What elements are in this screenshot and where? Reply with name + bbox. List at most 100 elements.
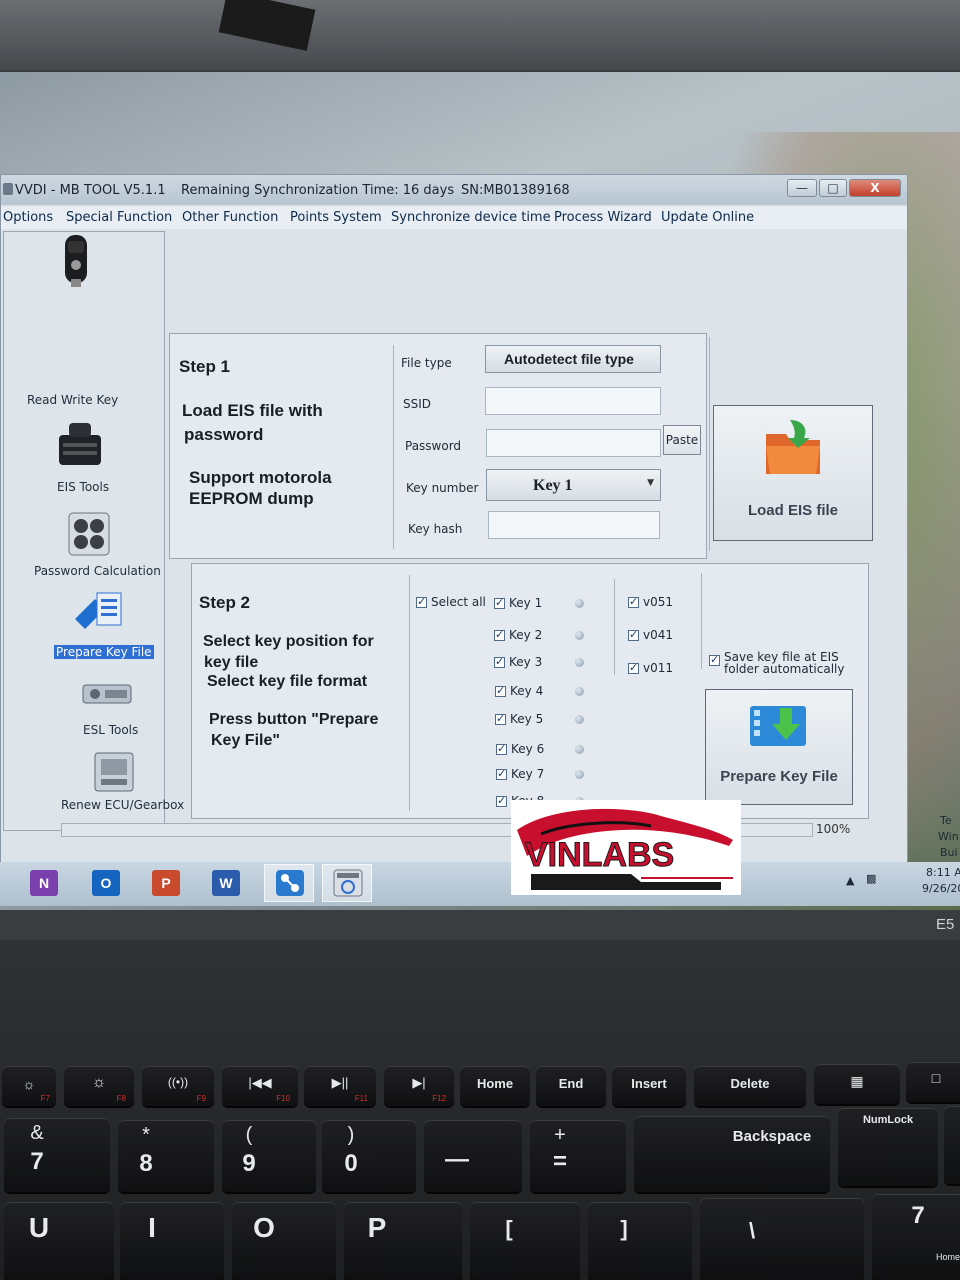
- key-left-bracket[interactable]: [: [470, 1202, 580, 1280]
- menu-other-function[interactable]: Other Function: [182, 210, 278, 225]
- calculator-key[interactable]: ▦: [814, 1064, 900, 1104]
- menu-special-function[interactable]: Special Function: [66, 210, 172, 225]
- folder-icon: [766, 420, 820, 474]
- key-9[interactable]: (9: [222, 1120, 316, 1192]
- app-logo-icon: [3, 183, 13, 195]
- key-u[interactable]: U: [4, 1202, 114, 1280]
- key-u-label: U: [28, 1212, 50, 1243]
- desktop-text: Win: [938, 830, 959, 843]
- key-hash-label: Key hash: [408, 522, 463, 536]
- active-app-slot[interactable]: [264, 864, 314, 902]
- f10-key[interactable]: |◀◀ F10: [222, 1066, 298, 1106]
- clock-time[interactable]: 8:11 A: [926, 866, 960, 879]
- file-type-select[interactable]: Autodetect file type: [485, 345, 661, 373]
- key-checkbox[interactable]: Key 4: [495, 684, 543, 698]
- checkbox-box: [709, 653, 720, 666]
- numpad-7-key[interactable]: 7 Home: [872, 1194, 960, 1280]
- key-number-label: Key number: [406, 481, 479, 495]
- key-backslash[interactable]: \: [700, 1198, 864, 1280]
- step2-heading: Step 2: [199, 593, 251, 612]
- word-icon[interactable]: W: [212, 870, 240, 896]
- key-checkbox[interactable]: Key 6: [496, 742, 544, 756]
- password-input[interactable]: [486, 429, 661, 457]
- f11-key[interactable]: ▶|| F11: [304, 1066, 376, 1106]
- key-equals[interactable]: + =: [530, 1120, 626, 1192]
- key-minus[interactable]: —: [424, 1120, 522, 1192]
- end-key[interactable]: End: [536, 1066, 606, 1106]
- delete-key[interactable]: Delete: [694, 1066, 806, 1106]
- load-eis-file-button[interactable]: Load EIS file: [713, 405, 873, 541]
- f12-key[interactable]: ▶| F12: [384, 1066, 454, 1106]
- checkbox-box: [494, 628, 505, 641]
- select-all-checkbox[interactable]: Select all: [416, 595, 486, 609]
- step2-divider-1: [409, 575, 410, 811]
- menu-points-system[interactable]: Points System: [290, 210, 382, 225]
- save-key-file-checkbox[interactable]: Save key file at EIS folder automaticall…: [709, 651, 844, 675]
- tray-arrow-icon[interactable]: ▲: [846, 874, 854, 887]
- menu-process-wizard[interactable]: Process Wizard: [554, 210, 652, 225]
- prepare-key-file-button[interactable]: Prepare Key File: [705, 689, 853, 805]
- f9-key[interactable]: ((•)) F9: [142, 1066, 214, 1106]
- file-type-value: Autodetect file type: [504, 351, 634, 367]
- key-checkbox[interactable]: Key 1: [494, 596, 542, 610]
- format-checkbox[interactable]: v051: [628, 595, 673, 609]
- key-checkbox[interactable]: Key 2: [494, 628, 542, 642]
- key-checkbox[interactable]: Key 7: [496, 767, 544, 781]
- f10-label: F10: [276, 1094, 290, 1103]
- close-button[interactable]: X: [849, 179, 901, 197]
- key-label: Key 7: [511, 767, 545, 781]
- minimize-button[interactable]: —: [787, 179, 817, 197]
- tray-network-icon[interactable]: ▩: [866, 872, 876, 885]
- step1-divider: [393, 345, 394, 549]
- menu-options[interactable]: Options: [3, 210, 53, 225]
- onenote-icon[interactable]: N: [30, 870, 58, 896]
- backspace-key[interactable]: Backspace: [634, 1116, 830, 1192]
- nav-label-prepare-key-file: Prepare Key File: [54, 645, 154, 659]
- key-i[interactable]: I: [120, 1202, 224, 1280]
- numpad-divide-key[interactable]: [944, 1106, 960, 1184]
- numlock-key[interactable]: NumLock: [838, 1108, 938, 1186]
- step2-divider-3: [701, 573, 702, 669]
- format-checkbox[interactable]: v041: [628, 628, 673, 642]
- key-8[interactable]: * 8: [118, 1120, 214, 1192]
- step1-line4: EEPROM dump: [189, 489, 314, 508]
- password-label: Password: [405, 439, 462, 453]
- ssid-input[interactable]: [485, 387, 661, 415]
- key-equals-shift: +: [554, 1124, 566, 1146]
- key-7[interactable]: & 7: [4, 1118, 110, 1192]
- f7-key[interactable]: ☼ F7: [2, 1066, 56, 1106]
- key-0[interactable]: ) 0: [322, 1120, 416, 1192]
- key-status-led: [575, 631, 584, 640]
- eis-module-icon: [59, 423, 101, 465]
- lock-key[interactable]: □: [906, 1062, 960, 1102]
- brightness-down-icon: ☼: [22, 1076, 36, 1092]
- format-checkbox[interactable]: v011: [628, 661, 673, 675]
- paste-button[interactable]: Paste: [663, 425, 701, 455]
- menu-synchronize-time[interactable]: Synchronize device time: [391, 210, 551, 225]
- checkbox-box: [495, 684, 506, 697]
- serial-number: SN:MB01389168: [461, 183, 570, 198]
- key-checkbox[interactable]: Key 3: [494, 655, 542, 669]
- key-checkbox[interactable]: Key 5: [495, 712, 543, 726]
- powerpoint-icon[interactable]: P: [152, 870, 180, 896]
- dropdown-arrow-icon: ▼: [647, 478, 654, 488]
- step2-line5: Key File": [211, 732, 280, 749]
- maximize-button[interactable]: □: [819, 179, 847, 197]
- menu-update-online[interactable]: Update Online: [661, 210, 754, 225]
- next-track-icon: ▶|: [412, 1075, 426, 1090]
- title-bar[interactable]: VVDI - MB TOOL V5.1.1 Remaining Synchron…: [1, 175, 907, 205]
- format-label: v051: [643, 595, 674, 609]
- vvdi-app-slot[interactable]: [322, 864, 372, 902]
- password-calculation-icon: [68, 512, 110, 556]
- key-p[interactable]: P: [344, 1202, 462, 1280]
- outlook-icon[interactable]: O: [92, 870, 120, 896]
- key-hash-input[interactable]: [488, 511, 660, 539]
- end-key-label: End: [558, 1076, 584, 1091]
- insert-key[interactable]: Insert: [612, 1066, 686, 1106]
- f8-key[interactable]: ☼ F8: [64, 1066, 134, 1106]
- home-key[interactable]: Home: [460, 1066, 530, 1106]
- key-number-select[interactable]: Key 1 ▼: [486, 469, 661, 501]
- clock-date[interactable]: 9/26/20: [922, 882, 960, 895]
- checkbox-box: [496, 767, 507, 780]
- save-key-file-text: Save key file at EIS folder automaticall…: [724, 651, 844, 675]
